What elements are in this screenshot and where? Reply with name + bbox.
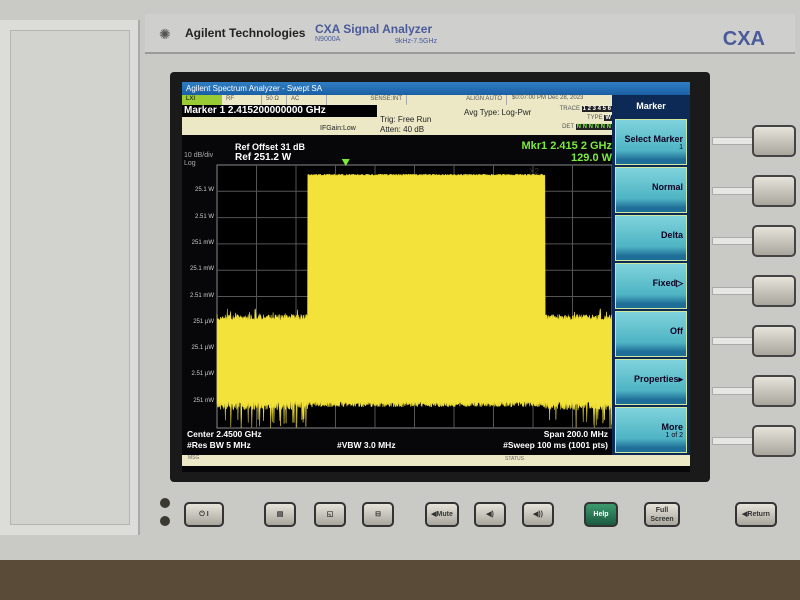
softkey-label: Delta [660,230,683,240]
split-view-button[interactable]: ▤ [264,502,296,527]
softkey-more[interactable]: More 1 of 2 [615,407,687,453]
volume-up-button[interactable]: ◀)) [522,502,554,527]
help-button[interactable]: Help [584,502,618,527]
softkey-sub: 1 [679,144,683,151]
softkey-label: Normal [651,182,683,192]
cxa-badge: CXA [722,28,765,50]
softkey-delta[interactable]: Delta [615,215,687,261]
volume-down-button[interactable]: ◀) [474,502,506,527]
side-softkey-button[interactable] [752,375,796,407]
side-softkey-button[interactable] [752,125,796,157]
softkey-label: Off [670,326,683,336]
full-screen-button[interactable]: Full Screen [644,502,680,527]
side-softkey-button[interactable] [752,325,796,357]
softkey-label: Properties▸ [633,374,683,384]
side-softkey-button[interactable] [752,175,796,207]
softkey-normal[interactable]: Normal [615,167,687,213]
softkey-stem [712,387,754,395]
softkey-sub: 1 of 2 [665,432,683,439]
softkey-fixed[interactable]: Fixed▷ [615,263,687,309]
frequency-range: 9kHz-7.5GHz [395,38,438,45]
led-indicator [160,516,170,526]
marker-2-label: X2 [529,167,539,176]
sweep: #Sweep 100 ms (1001 pts) [503,440,608,450]
msg-label: MSG [188,455,200,461]
softkey-properties[interactable]: Properties▸ [615,359,687,405]
message-bar: MSG STATUS [182,455,690,466]
center-freq: Center 2.4500 GHz [187,429,262,439]
softkey-label: Select Marker [624,134,683,144]
softkey-label: Fixed▷ [652,278,683,288]
analyzer-screen: Agilent Spectrum Analyzer - Swept SA LXI… [182,82,690,472]
side-softkey-button[interactable] [752,425,796,457]
left-panel [0,20,140,535]
softkey-stem [712,287,754,295]
res-bw: #Res BW 5 MHz [187,440,251,450]
brand-bar: ✺ Agilent Technologies CXA Signal Analyz… [145,14,795,54]
softkey-menu-title: Marker [636,101,666,111]
side-softkey-button[interactable] [752,225,796,257]
model-title: CXA Signal Analyzer [315,22,433,36]
side-softkey-button[interactable] [752,275,796,307]
next-window-button[interactable]: ⊟ [362,502,394,527]
mute-button[interactable]: ◀Mute [425,502,459,527]
softkey-stem [712,437,754,445]
agilent-spark-icon: ✺ [159,26,171,42]
signal-analyzer: ✺ Agilent Technologies CXA Signal Analyz… [0,0,800,560]
softkey-panel: Marker Select Marker 1 Normal Delta Fixed▷ Of… [612,95,690,455]
led-indicator [160,498,170,508]
status-label: STATUS [505,456,524,462]
softkey-stem [712,337,754,345]
softkey-stem [712,237,754,245]
return-button[interactable]: ◀Return [735,502,777,527]
span: Span 200.0 MHz [543,429,608,439]
softkey-label: More [661,422,683,432]
vbw: #VBW 3.0 MHz [337,440,396,450]
power-button[interactable]: ⏻ I [184,502,224,527]
marker-1-label: 1 [349,166,354,175]
softkey-stem [712,137,754,145]
zoom-window-button[interactable]: ◱ [314,502,346,527]
softkey-select-marker[interactable]: Select Marker 1 [615,119,687,165]
brand-name: Agilent Technologies [185,26,306,40]
softkey-off[interactable]: Off [615,311,687,357]
softkey-stem [712,187,754,195]
